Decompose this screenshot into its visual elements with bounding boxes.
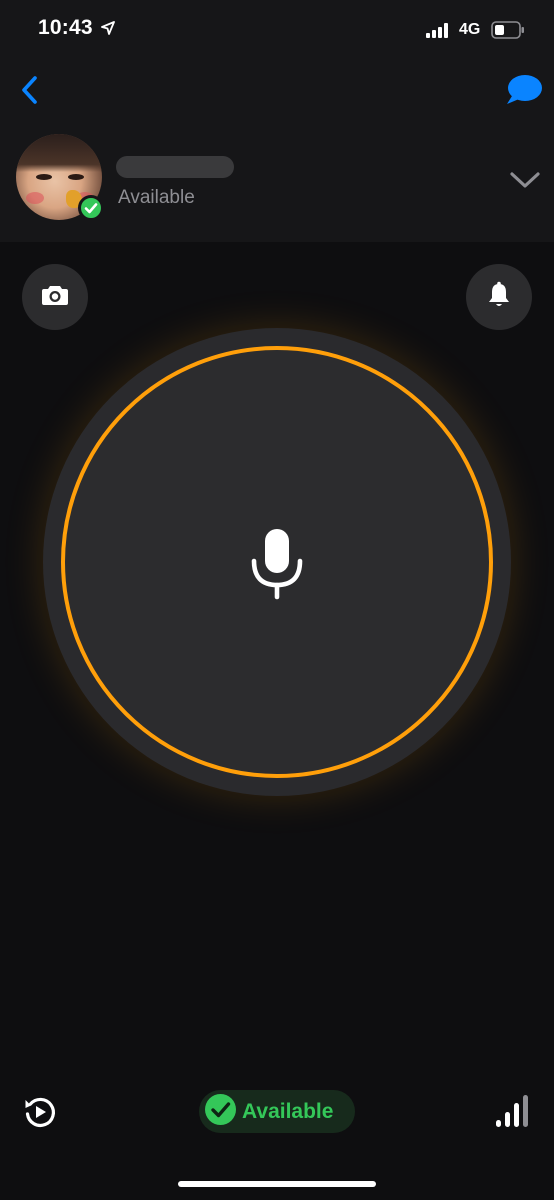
contact-name-redacted — [116, 156, 234, 178]
replay-button[interactable] — [22, 1094, 58, 1130]
availability-label: Available — [242, 1099, 334, 1123]
chevron-left-icon — [16, 76, 46, 112]
back-button[interactable] — [16, 72, 46, 108]
chat-bubble-icon — [504, 75, 544, 112]
signal-bars-icon[interactable] — [495, 1094, 529, 1133]
presence-check-icon — [78, 195, 104, 221]
chevron-down-icon — [508, 172, 542, 196]
camera-icon — [41, 284, 69, 311]
cellular-signal-icon — [426, 23, 450, 43]
battery-icon — [491, 20, 525, 45]
availability-toggle[interactable]: Available — [199, 1090, 355, 1133]
walkie-talkie-screen: 10:43 4G Available Available — [0, 0, 554, 1200]
bell-icon — [487, 281, 511, 314]
microphone-icon — [250, 527, 304, 606]
check-circle-icon — [205, 1093, 236, 1130]
home-indicator[interactable] — [178, 1181, 376, 1187]
chat-button[interactable] — [504, 72, 544, 108]
location-arrow-icon — [101, 21, 115, 40]
status-bar: 10:43 4G — [0, 0, 554, 62]
contact-header: Available — [0, 62, 554, 242]
status-time: 10:43 — [38, 16, 93, 39]
alert-button[interactable] — [466, 264, 532, 330]
network-type: 4G — [459, 21, 481, 38]
expand-contact-button[interactable] — [508, 168, 542, 192]
replay-icon — [22, 1097, 58, 1134]
contact-status: Available — [118, 187, 195, 208]
camera-button[interactable] — [22, 264, 88, 330]
